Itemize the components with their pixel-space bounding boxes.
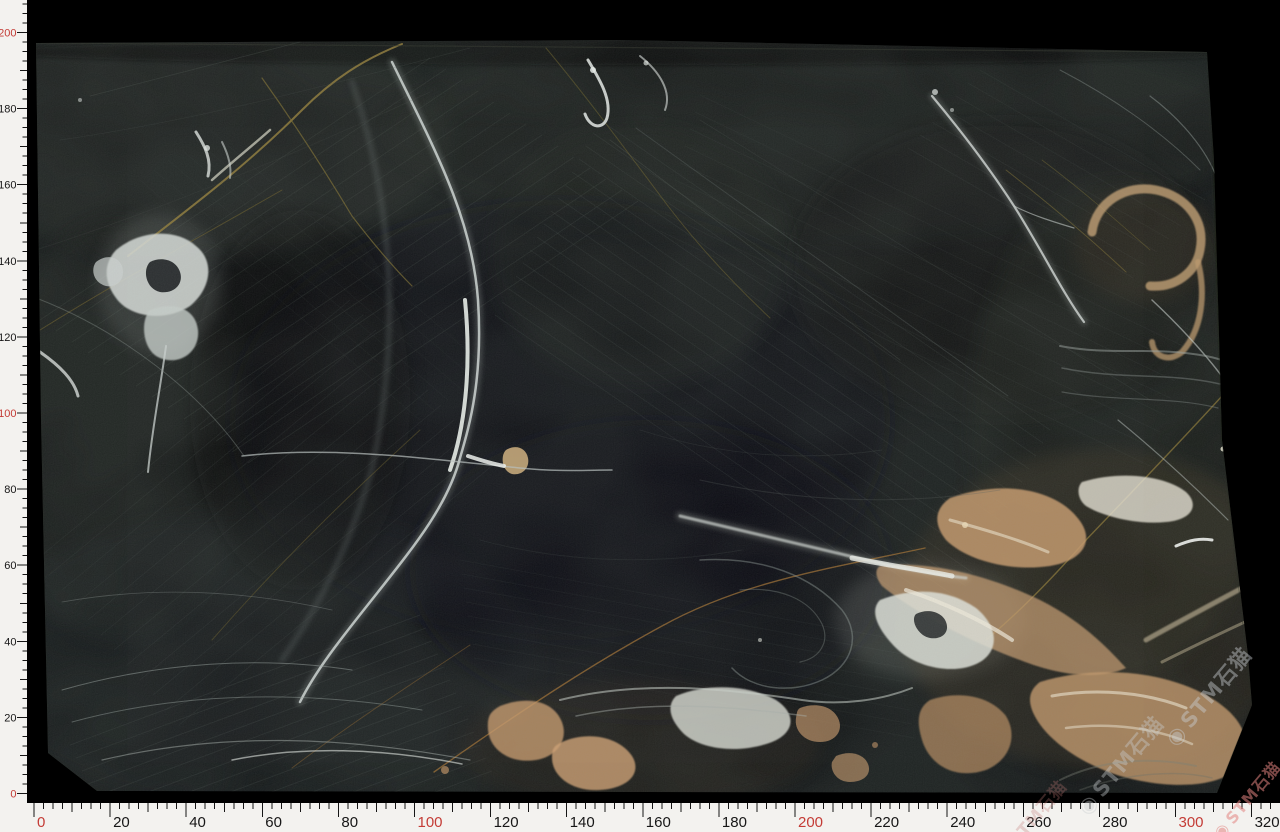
vertical-ruler-label: 200 bbox=[0, 28, 17, 40]
horizontal-ruler-label: 60 bbox=[265, 814, 282, 831]
horizontal-ruler-label: 0 bbox=[37, 814, 45, 831]
marble-slab-image bbox=[0, 0, 1280, 832]
vertical-ruler-label: 0 bbox=[10, 789, 16, 801]
horizontal-ruler-label: 280 bbox=[1102, 814, 1127, 831]
horizontal-ruler-label: 240 bbox=[950, 814, 975, 831]
horizontal-ruler-label: 140 bbox=[570, 814, 595, 831]
vertical-ruler-label: 100 bbox=[0, 408, 17, 420]
horizontal-ruler-label: 120 bbox=[494, 814, 519, 831]
vertical-ruler-label: 60 bbox=[4, 560, 16, 572]
vertical-ruler-label: 40 bbox=[4, 636, 16, 648]
vertical-ruler: 200180160140120100806040200 bbox=[0, 0, 30, 832]
vertical-ruler-label: 80 bbox=[4, 484, 16, 496]
slab-scan-viewer: 200180160140120100806040200 020406080100… bbox=[0, 0, 1280, 832]
horizontal-ruler-label: 160 bbox=[646, 814, 671, 831]
horizontal-ruler-label: 220 bbox=[874, 814, 899, 831]
horizontal-ruler-label: 260 bbox=[1026, 814, 1051, 831]
horizontal-ruler-label: 300 bbox=[1179, 814, 1204, 831]
horizontal-ruler-label: 200 bbox=[798, 814, 823, 831]
horizontal-ruler-label: 180 bbox=[722, 814, 747, 831]
horizontal-ruler-label: 320 bbox=[1255, 814, 1280, 831]
horizontal-ruler-label: 80 bbox=[341, 814, 358, 831]
horizontal-ruler: 0 20 40 60 80 100 120 140 160 180 200 220 240 260 280 3… bbox=[0, 803, 1280, 832]
vertical-ruler-label: 180 bbox=[0, 104, 17, 116]
vertical-ruler-label: 120 bbox=[0, 332, 17, 344]
horizontal-ruler-label: 40 bbox=[189, 814, 206, 831]
horizontal-ruler-label: 100 bbox=[418, 814, 443, 831]
vertical-ruler-label: 140 bbox=[0, 256, 17, 268]
vertical-ruler-label: 20 bbox=[4, 712, 16, 724]
vertical-ruler-label: 160 bbox=[0, 180, 17, 192]
horizontal-ruler-label: 20 bbox=[113, 814, 130, 831]
